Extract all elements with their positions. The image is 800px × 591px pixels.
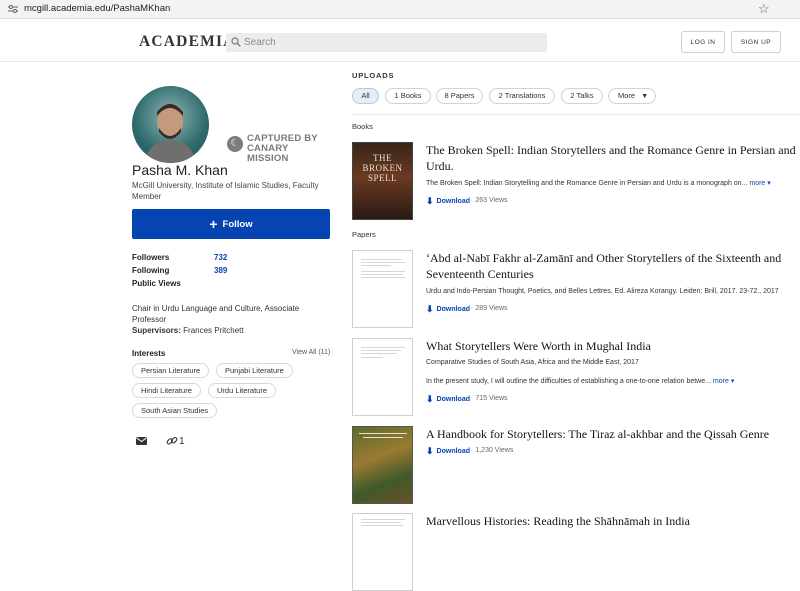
academia-logo[interactable]: ACADEMIA <box>139 33 236 51</box>
interest-chip[interactable]: Persian Literature <box>132 363 210 378</box>
profile-avatar <box>132 86 209 163</box>
work-description: Urdu and Indo-Persian Thought, Poetics, … <box>426 288 779 295</box>
view-count: 1,230 Views <box>470 447 513 454</box>
work-description: Comparative Studies of South Asia, Afric… <box>426 359 639 366</box>
tab-talks[interactable]: 2 Talks <box>561 88 603 104</box>
handbook-cover-thumbnail[interactable] <box>352 426 413 504</box>
url-text[interactable]: mcgill.academia.edu/PashaMKhan <box>24 3 170 14</box>
download-label: Download <box>436 396 470 403</box>
tab-more-label: More <box>618 91 636 100</box>
work-title[interactable]: ‘Abd al-Nabī Fakhr al-Zamānī and Other S… <box>426 250 798 282</box>
profile-bio: Chair in Urdu Language and Culture, Asso… <box>132 303 332 336</box>
tab-books[interactable]: 1 Books <box>385 88 431 104</box>
work-title[interactable]: Marvellous Histories: Reading the Shāhnā… <box>426 513 798 529</box>
login-button[interactable]: LOG IN <box>681 31 725 53</box>
download-label: Download <box>436 198 470 205</box>
interests-heading: Interests <box>132 349 166 358</box>
paper-thumbnail[interactable] <box>352 250 413 328</box>
bookmark-star-icon[interactable]: ☆ <box>758 1 770 17</box>
interest-chip[interactable]: Urdu Literature <box>208 383 277 398</box>
download-icon: ⬇ <box>426 394 434 404</box>
plus-icon: + <box>209 216 218 232</box>
work-title[interactable]: The Broken Spell: Indian Storytellers an… <box>426 142 798 174</box>
uploads-divider <box>352 114 800 115</box>
tab-papers[interactable]: 8 Papers <box>436 88 483 104</box>
view-count: 715 Views <box>470 395 507 402</box>
paper-thumbnail[interactable] <box>352 513 413 591</box>
signup-button[interactable]: SIGN UP <box>731 31 781 53</box>
link-count: 1 <box>179 436 185 447</box>
supervisors-label: Supervisors: <box>132 326 181 335</box>
public-views-label: Public Views <box>132 279 181 288</box>
download-link[interactable]: ⬇ Download <box>426 395 470 404</box>
book-cover-thumbnail[interactable]: THE BROKEN SPELL <box>352 142 413 220</box>
followers-label[interactable]: Followers <box>132 253 169 262</box>
search-box[interactable] <box>226 33 547 52</box>
follow-button[interactable]: + Follow <box>132 209 330 239</box>
site-settings-icon[interactable] <box>8 4 18 14</box>
following-label[interactable]: Following <box>132 266 169 275</box>
interest-chip[interactable]: Hindi Literature <box>132 383 201 398</box>
view-count: 289 Views <box>470 305 507 312</box>
view-all-interests-link[interactable]: View All (11) <box>292 349 330 356</box>
following-count[interactable]: 389 <box>214 266 227 275</box>
more-label: more <box>712 378 729 385</box>
view-count: 263 Views <box>470 197 507 204</box>
interest-chip[interactable]: Punjabi Literature <box>216 363 293 378</box>
more-link[interactable]: more ▾ <box>713 378 734 385</box>
canary-line-2: CANARY MISSION <box>247 143 289 164</box>
followers-count[interactable]: 732 <box>214 253 227 262</box>
download-link[interactable]: ⬇ Download <box>426 447 470 456</box>
work-title[interactable]: What Storytellers Were Worth in Mughal I… <box>426 338 798 354</box>
mail-icon[interactable] <box>136 437 147 445</box>
bio-position: Chair in Urdu Language and Culture, Asso… <box>132 304 300 324</box>
more-link[interactable]: more ▾ <box>749 180 770 187</box>
download-label: Download <box>436 306 470 313</box>
section-papers: Papers <box>352 230 376 239</box>
browser-address-bar: mcgill.academia.edu/PashaMKhan ☆ <box>0 0 800 19</box>
download-label: Download <box>436 448 470 455</box>
interest-chip[interactable]: South Asian Studies <box>132 403 218 418</box>
search-icon <box>231 37 241 47</box>
supervisors-name: Frances Pritchett <box>183 326 244 335</box>
canary-logo-icon: ☾ <box>227 136 243 152</box>
tab-more[interactable]: More ▼ <box>608 88 656 104</box>
uploads-heading: UPLOADS <box>352 71 395 80</box>
download-link[interactable]: ⬇ Download <box>426 305 470 314</box>
work-title[interactable]: A Handbook for Storytellers: The Tiraz a… <box>426 426 798 442</box>
download-icon: ⬇ <box>426 196 434 206</box>
book-cover-title: THE BROKEN SPELL <box>362 153 403 183</box>
canary-mission-badge: ☾ CAPTURED BY CANARY MISSION <box>227 134 329 164</box>
more-label: more <box>749 180 766 187</box>
download-icon: ⬇ <box>426 304 434 314</box>
bio-supervisors: Supervisors: Frances Pritchett <box>132 325 332 336</box>
download-link[interactable]: ⬇ Download <box>426 197 470 206</box>
tab-translations[interactable]: 2 Translations <box>489 88 555 104</box>
site-header: ACADEMIA LOG IN SIGN UP <box>0 19 800 62</box>
work-abstract-text: In the present study, I will outline the… <box>426 378 711 385</box>
avatar-photo <box>144 104 196 163</box>
follow-label: Follow <box>222 218 253 230</box>
link-icon[interactable] <box>166 435 178 447</box>
work-description: The Broken Spell: Indian Storytelling an… <box>426 179 771 187</box>
profile-name: Pasha M. Khan <box>132 162 228 178</box>
paper-thumbnail[interactable] <box>352 338 413 416</box>
chevron-down-icon: ▼ <box>641 93 649 100</box>
tab-all[interactable]: All <box>352 88 379 104</box>
section-books: Books <box>352 122 373 131</box>
download-icon: ⬇ <box>426 446 434 456</box>
work-abstract: In the present study, I will outline the… <box>426 377 734 385</box>
work-description-text: The Broken Spell: Indian Storytelling an… <box>426 180 748 187</box>
profile-affiliation[interactable]: McGill University, Institute of Islamic … <box>132 180 332 202</box>
search-input[interactable] <box>244 33 534 52</box>
